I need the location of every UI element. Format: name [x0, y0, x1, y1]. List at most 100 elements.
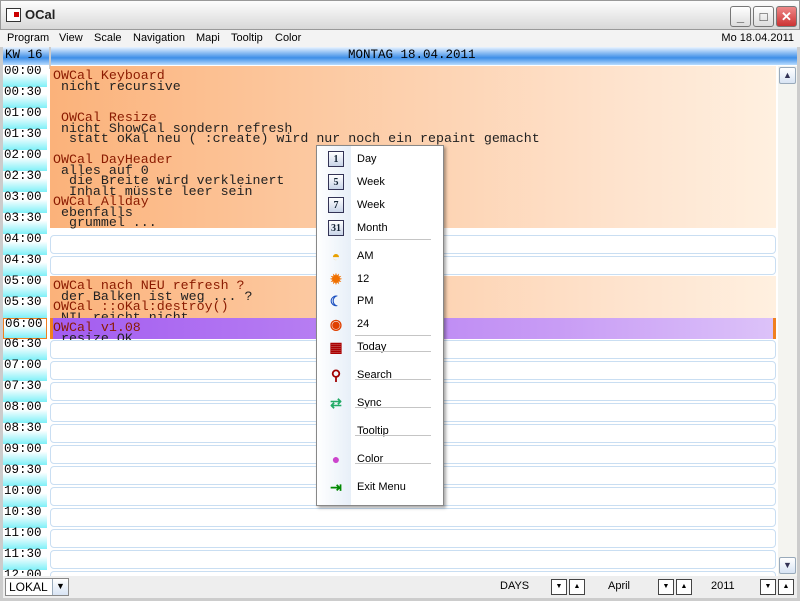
- status-bar: LOKAL ▼ DAYS ▼ ▲ April ▼ ▲ 2011 ▼ ▲: [3, 576, 797, 598]
- menu-item-exit-menu[interactable]: ⇥ Exit Menu: [317, 477, 443, 497]
- current-date: Mo 18.04.2011: [721, 32, 794, 44]
- menu-mapi[interactable]: Mapi: [196, 32, 220, 44]
- time-slot-label: 01:30: [3, 128, 47, 150]
- menu-item-label: AM: [357, 250, 374, 262]
- time-slot-label: 07:00: [3, 359, 47, 381]
- month-label: April: [608, 580, 631, 592]
- menu-separator: [355, 378, 431, 380]
- vertical-scrollbar[interactable]: ▲ ▼: [778, 66, 797, 576]
- window-title: OCal: [25, 7, 56, 22]
- title-bar: OCal _ □ ✕: [0, 0, 800, 30]
- menu-separator: [355, 406, 431, 408]
- time-slot-label: 06:00: [3, 318, 47, 339]
- color-wheel-icon: ●: [331, 450, 341, 467]
- mode-select[interactable]: LOKAL ▼: [5, 578, 69, 596]
- time-slot-label: 03:30: [3, 212, 47, 234]
- time-slot-label: 03:00: [3, 191, 47, 213]
- month-down-button[interactable]: ▼: [658, 579, 674, 595]
- menu-navigation[interactable]: Navigation: [133, 32, 185, 44]
- menu-item-today[interactable]: ▦ Today: [317, 337, 443, 357]
- time-slot-label: 05:00: [3, 275, 47, 297]
- calendar-5-icon: 5: [328, 174, 344, 190]
- menu-item-color[interactable]: ● Color: [317, 449, 443, 469]
- menu-item-week[interactable]: 5 Week: [317, 172, 443, 192]
- scroll-up-button[interactable]: ▲: [779, 67, 796, 84]
- time-slot-label: 06:30: [3, 338, 47, 360]
- menu-program[interactable]: Program: [7, 32, 49, 44]
- menu-color[interactable]: Color: [275, 32, 301, 44]
- unit-label: DAYS: [500, 580, 530, 592]
- menu-item-24[interactable]: ◉ 24: [317, 314, 443, 334]
- calendar-31-icon: 31: [328, 220, 344, 236]
- menu-bar: Program View Scale Navigation Mapi Toolt…: [0, 30, 800, 47]
- menu-item-label: Week: [357, 176, 385, 188]
- menu-item-label: Month: [357, 222, 388, 234]
- menu-separator: [355, 434, 431, 436]
- month-up-button[interactable]: ▲: [676, 579, 692, 595]
- unit-up-button[interactable]: ▲: [569, 579, 585, 595]
- time-slot-label: 05:30: [3, 296, 47, 318]
- time-slot-label: 11:00: [3, 527, 47, 549]
- time-slot-label: 00:00: [3, 66, 47, 87]
- menu-item-label: Exit Menu: [357, 480, 406, 493]
- moon-icon: ☾: [329, 293, 343, 310]
- time-slot-label: 04:00: [3, 233, 47, 255]
- menu-item-label: PM: [357, 295, 374, 308]
- menu-tooltip[interactable]: Tooltip: [231, 32, 263, 44]
- app-calendar-icon: [6, 8, 21, 22]
- event-text-line: [53, 92, 776, 103]
- maximize-button[interactable]: □: [753, 6, 774, 27]
- menu-item-label: Day: [357, 153, 377, 165]
- chevron-down-icon[interactable]: ▼: [52, 579, 68, 595]
- menu-separator: [355, 334, 431, 336]
- day-title[interactable]: MONTAG 18.04.2011: [348, 48, 476, 62]
- time-slot-label: 09:30: [3, 464, 47, 486]
- empty-time-slot[interactable]: [50, 529, 776, 548]
- time-slot-label: 08:00: [3, 401, 47, 423]
- time-slot-label: 10:00: [3, 485, 47, 507]
- menu-item-day[interactable]: 1 Day: [317, 149, 443, 169]
- time-slot-label: 07:30: [3, 380, 47, 402]
- menu-item-pm[interactable]: ☾ PM: [317, 291, 443, 311]
- menu-item-sync[interactable]: ⇄ Sync: [317, 393, 443, 413]
- event-text-line: statt oKal neu ( :create) wird nur noch …: [53, 131, 540, 146]
- menu-item-label: Week: [357, 199, 385, 211]
- menu-item-am[interactable]: ◓ AM: [317, 246, 443, 266]
- menu-view[interactable]: View: [59, 32, 83, 44]
- year-up-button[interactable]: ▲: [778, 579, 794, 595]
- empty-time-slot[interactable]: [50, 550, 776, 569]
- sync-icon: ⇄: [330, 394, 342, 411]
- mode-value: LOKAL: [9, 580, 48, 594]
- week-number: KW 16: [5, 48, 43, 62]
- menu-separator: [355, 239, 431, 240]
- unit-down-button[interactable]: ▼: [551, 579, 567, 595]
- scroll-down-button[interactable]: ▼: [779, 557, 796, 574]
- menu-item-search[interactable]: ⚲ Search: [317, 365, 443, 385]
- time-slot-label: 10:30: [3, 506, 47, 528]
- empty-time-slot[interactable]: [50, 508, 776, 527]
- time-slot-label: 08:30: [3, 422, 47, 444]
- menu-item-tooltip[interactable]: Tooltip: [317, 421, 443, 441]
- minimize-button[interactable]: _: [730, 6, 751, 27]
- time-slot-label: 01:00: [3, 107, 47, 129]
- year-label: 2011: [711, 580, 735, 592]
- close-button[interactable]: ✕: [776, 6, 797, 27]
- calendar-today-icon: ▦: [329, 338, 343, 355]
- menu-separator: [355, 350, 431, 352]
- event-text-line: nicht recursive: [53, 78, 181, 94]
- context-menu: 1 Day 5 Week 7 Week 31 Month ◓ AM ✹ 12 ☾ PM ◉ 24 ▦ Today ⚲…: [316, 145, 444, 506]
- clock-24-icon: ◉: [329, 316, 343, 333]
- menu-item-label: 12: [357, 272, 370, 285]
- menu-item-month[interactable]: 31 Month: [317, 218, 443, 238]
- menu-item-label: 24: [357, 318, 370, 331]
- menu-scale[interactable]: Scale: [94, 32, 122, 44]
- magnifier-icon: ⚲: [330, 366, 342, 383]
- menu-item-12[interactable]: ✹ 12: [317, 269, 443, 289]
- time-slot-label: 11:30: [3, 548, 47, 570]
- sunrise-icon: ◓: [331, 248, 341, 264]
- day-header: KW 16 MONTAG 18.04.2011: [3, 47, 797, 69]
- time-column: 00:00 00:30 01:00 01:30 02:00 02:30 03:00 03:30…: [3, 66, 47, 576]
- year-down-button[interactable]: ▼: [760, 579, 776, 595]
- time-slot-label: 09:00: [3, 443, 47, 465]
- menu-item-week[interactable]: 7 Week: [317, 195, 443, 215]
